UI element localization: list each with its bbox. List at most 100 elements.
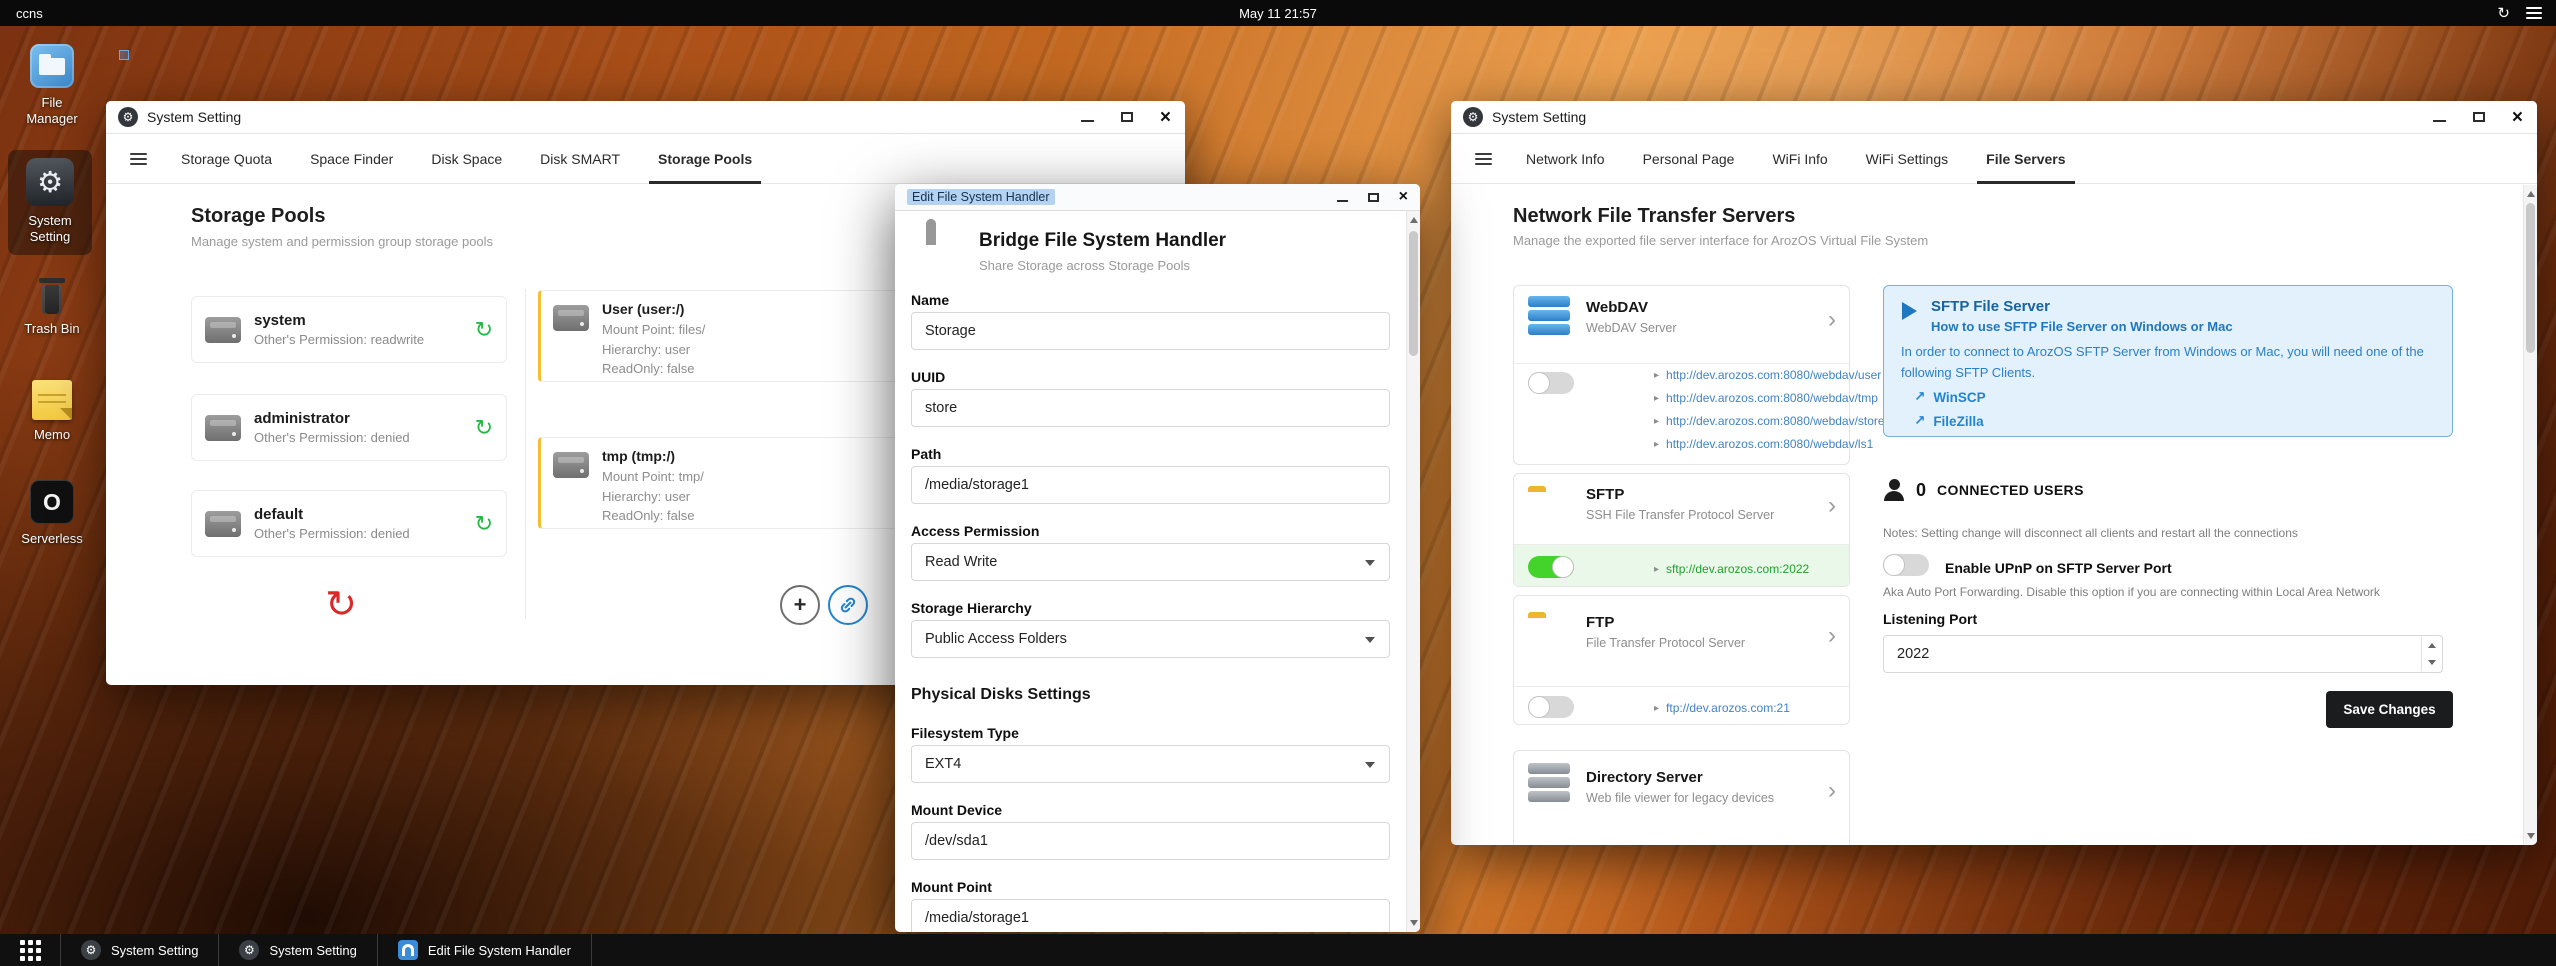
upnp-toggle[interactable] [1883,554,1929,576]
path-field[interactable] [911,466,1390,504]
close-button[interactable]: × [2512,108,2523,127]
mount-device-field[interactable] [911,822,1390,860]
scrollbar-thumb[interactable] [2526,203,2535,353]
drive-icon [553,305,589,331]
scroll-up-icon[interactable] [1410,217,1418,223]
mount-card-tmp[interactable]: tmp (tmp:/) Mount Point: tmp/ Hierarchy:… [538,437,918,529]
mount-point-field[interactable] [911,899,1390,932]
menu-icon[interactable] [114,134,162,183]
titlebar[interactable]: ⚙ System Setting × [106,101,1185,134]
chevron-right-icon[interactable]: › [1828,308,1836,332]
uuid-label: UUID [911,369,946,385]
desktop-icon-disc[interactable] [100,50,148,60]
tab-personal-page[interactable]: Personal Page [1624,134,1754,183]
chevron-right-icon[interactable]: › [1828,494,1836,518]
ftp-card[interactable]: FTP File Transfer Protocol Server › ▸ ftp… [1513,595,1850,725]
app-launcher-icon[interactable] [0,934,60,966]
desktop-icon-file-manager[interactable]: File Manager [10,44,94,128]
storage-pool-row-system[interactable]: system Other's Permission: readwrite ↻ [191,296,507,363]
storage-pool-row-administrator[interactable]: administrator Other's Permission: denied … [191,394,507,461]
webdav-link[interactable]: ▸ http://dev.arozos.com:8080/webdav/user [1654,368,1881,382]
close-button[interactable]: × [1399,189,1408,205]
winscp-link[interactable]: ↗ WinSCP [1914,389,1986,405]
top-bar: ccns May 11 21:57 ↻ [0,0,2556,26]
serverless-icon: O [30,480,74,524]
webdav-link[interactable]: ▸ http://dev.arozos.com:8080/webdav/ls1 [1654,437,1873,451]
directory-server-card[interactable]: Directory Server Web file viewer for leg… [1513,750,1850,845]
tab-storage-quota[interactable]: Storage Quota [162,134,291,183]
webdav-toggle[interactable] [1528,372,1574,394]
listening-port-input[interactable]: 2022 [1883,635,2443,673]
scrollbar[interactable] [2523,185,2537,845]
scrollbar-thumb[interactable] [1409,231,1418,356]
tab-file-servers[interactable]: File Servers [1967,134,2084,184]
bridge-icon [397,940,418,960]
sync-status-icon[interactable]: ↻ [2497,4,2510,22]
window-title: System Setting [1492,109,1587,125]
minimize-button[interactable] [1080,109,1094,125]
sftp-toggle[interactable] [1528,556,1574,578]
titlebar[interactable]: Edit File System Handler × [895,184,1420,211]
name-field[interactable] [911,312,1390,350]
connected-users: 0 CONNECTED USERS [1883,479,2084,501]
desktop-icon-system-setting[interactable]: ⚙ System Setting [8,150,92,255]
maximize-button[interactable] [1120,109,1133,125]
ftp-toggle[interactable] [1528,696,1574,718]
tab-space-finder[interactable]: Space Finder [291,134,412,183]
section-title: Physical Disks Settings [911,686,1091,703]
tab-disk-space[interactable]: Disk Space [412,134,521,183]
link-handler-button[interactable] [828,585,868,625]
webdav-card[interactable]: WebDAV WebDAV Server › ▸ http://dev.arozo… [1513,285,1885,465]
scroll-down-icon[interactable] [2527,833,2535,839]
uuid-field[interactable] [911,389,1390,427]
tab-wifi-info[interactable]: WiFi Info [1753,134,1846,183]
access-permission-select[interactable]: Read Write [911,543,1390,581]
scroll-up-icon[interactable] [2527,191,2535,197]
scroll-down-icon[interactable] [1410,920,1418,926]
desktop-icon-memo[interactable]: Memo [10,380,94,443]
sync-pool-icon[interactable]: ↻ [475,512,493,535]
taskbar-item-system-setting-2[interactable]: ⚙ System Setting [218,934,376,966]
add-handler-button[interactable]: + [780,585,820,625]
sftp-card[interactable]: SFTP SSH File Transfer Protocol Server ›… [1513,473,1850,587]
titlebar[interactable]: ⚙ System Setting × [1451,101,2537,134]
filezilla-link[interactable]: ↗ FileZilla [1914,413,1984,429]
mount-card-user[interactable]: User (user:/) Mount Point: files/ Hierar… [538,290,918,382]
scrollbar[interactable] [1406,211,1420,932]
chevron-right-icon[interactable]: › [1828,624,1836,648]
menu-icon[interactable] [2526,7,2542,19]
sftp-info-box: SFTP File Server How to use SFTP File Se… [1883,285,2453,437]
desktop-icon-trash-bin[interactable]: Trash Bin [10,278,94,337]
refresh-pools-button[interactable]: ↻ [321,585,361,625]
sftp-link[interactable]: ▸ sftp://dev.arozos.com:2022 [1654,562,1809,576]
sync-pool-icon[interactable]: ↻ [475,318,493,341]
webdav-link[interactable]: ▸ http://dev.arozos.com:8080/webdav/store [1654,414,1885,428]
ftp-link[interactable]: ▸ ftp://dev.arozos.com:21 [1654,701,1790,715]
save-changes-button[interactable]: Save Changes [2326,691,2453,728]
sync-pool-icon[interactable]: ↻ [475,416,493,439]
storage-hierarchy-select[interactable]: Public Access Folders [911,620,1390,658]
tab-network-info[interactable]: Network Info [1507,134,1624,183]
gear-icon: ⚙ [81,940,101,960]
tab-bar: Network Info Personal Page WiFi Info WiF… [1451,134,2537,184]
menu-icon[interactable] [1459,134,1507,183]
filesystem-type-select[interactable]: EXT4 [911,745,1390,783]
close-button[interactable]: × [1160,108,1171,127]
taskbar-item-edit-fs-handler[interactable]: Edit File System Handler [376,934,592,966]
path-label: Path [911,446,942,462]
bullet-icon: ▸ [1654,438,1660,450]
maximize-button[interactable] [2472,109,2485,125]
tab-storage-pools[interactable]: Storage Pools [639,134,771,184]
taskbar-item-system-setting-1[interactable]: ⚙ System Setting [60,934,218,966]
maximize-button[interactable] [1367,189,1379,205]
storage-pool-row-default[interactable]: default Other's Permission: denied ↻ [191,490,507,557]
tab-disk-smart[interactable]: Disk SMART [521,134,639,183]
desktop-icon-serverless[interactable]: O Serverless [10,480,94,547]
tab-wifi-settings[interactable]: WiFi Settings [1847,134,1967,183]
number-spinner[interactable] [2421,637,2441,671]
chevron-right-icon[interactable]: › [1828,779,1836,803]
webdav-link[interactable]: ▸ http://dev.arozos.com:8080/webdav/tmp [1654,391,1878,405]
minimize-button[interactable] [1336,189,1348,205]
minimize-button[interactable] [2432,109,2446,125]
gear-icon: ⚙ [26,158,74,206]
